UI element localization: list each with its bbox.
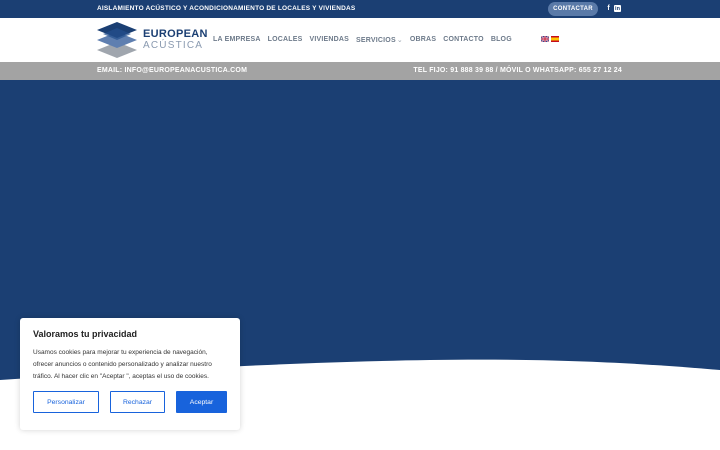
email-link[interactable]: EMAIL: INFO@EUROPEANACUSTICA.COM [97, 67, 247, 74]
cookie-consent-dialog: Valoramos tu privacidad Usamos cookies p… [20, 318, 240, 430]
linkedin-icon[interactable]: in [614, 5, 621, 12]
nav-servicios-label: SERVICIOS [356, 37, 396, 44]
nav-viviendas[interactable]: VIVIENDAS [310, 36, 350, 44]
nav-obras[interactable]: OBRAS [410, 36, 436, 44]
brand-subname[interactable]: ACÚSTICA [143, 40, 203, 51]
logo-icon[interactable] [97, 20, 137, 60]
customize-button[interactable]: Personalizar [33, 391, 99, 413]
chevron-down-icon: ⌄ [396, 37, 403, 44]
nav-la-empresa[interactable]: LA EMPRESA [213, 36, 261, 44]
info-bar: EMAIL: INFO@EUROPEANACUSTICA.COM TEL FIJ… [0, 62, 720, 80]
nav-contacto[interactable]: CONTACTO [443, 36, 484, 44]
site-header: EUROPEAN ACÚSTICA LA EMPRESA LOCALES VIV… [0, 18, 720, 62]
spain-flag-icon[interactable] [551, 36, 559, 42]
phone-info[interactable]: TEL FIJO: 91 888 39 88 / MÓVIL O WHATSAP… [413, 67, 622, 74]
tagline: AISLAMIENTO ACÚSTICO Y ACONDICIONAMIENTO… [97, 5, 356, 12]
facebook-icon[interactable]: f [604, 4, 613, 13]
nav-locales[interactable]: LOCALES [268, 36, 303, 44]
nav-blog[interactable]: BLOG [491, 36, 512, 44]
contact-button[interactable]: CONTACTAR [548, 2, 598, 16]
reject-button[interactable]: Rechazar [110, 391, 165, 413]
main-nav: LA EMPRESA LOCALES VIVIENDAS SERVICIOS⌄ … [213, 36, 519, 44]
brand-name[interactable]: EUROPEAN [143, 28, 208, 40]
cookie-title: Valoramos tu privacidad [33, 329, 138, 339]
uk-flag-icon[interactable] [541, 36, 549, 42]
cookie-description: Usamos cookies para mejorar tu experienc… [33, 349, 212, 380]
nav-servicios[interactable]: SERVICIOS⌄ [356, 36, 403, 44]
accept-button[interactable]: Aceptar [176, 391, 227, 413]
top-bar: AISLAMIENTO ACÚSTICO Y ACONDICIONAMIENTO… [0, 0, 720, 18]
